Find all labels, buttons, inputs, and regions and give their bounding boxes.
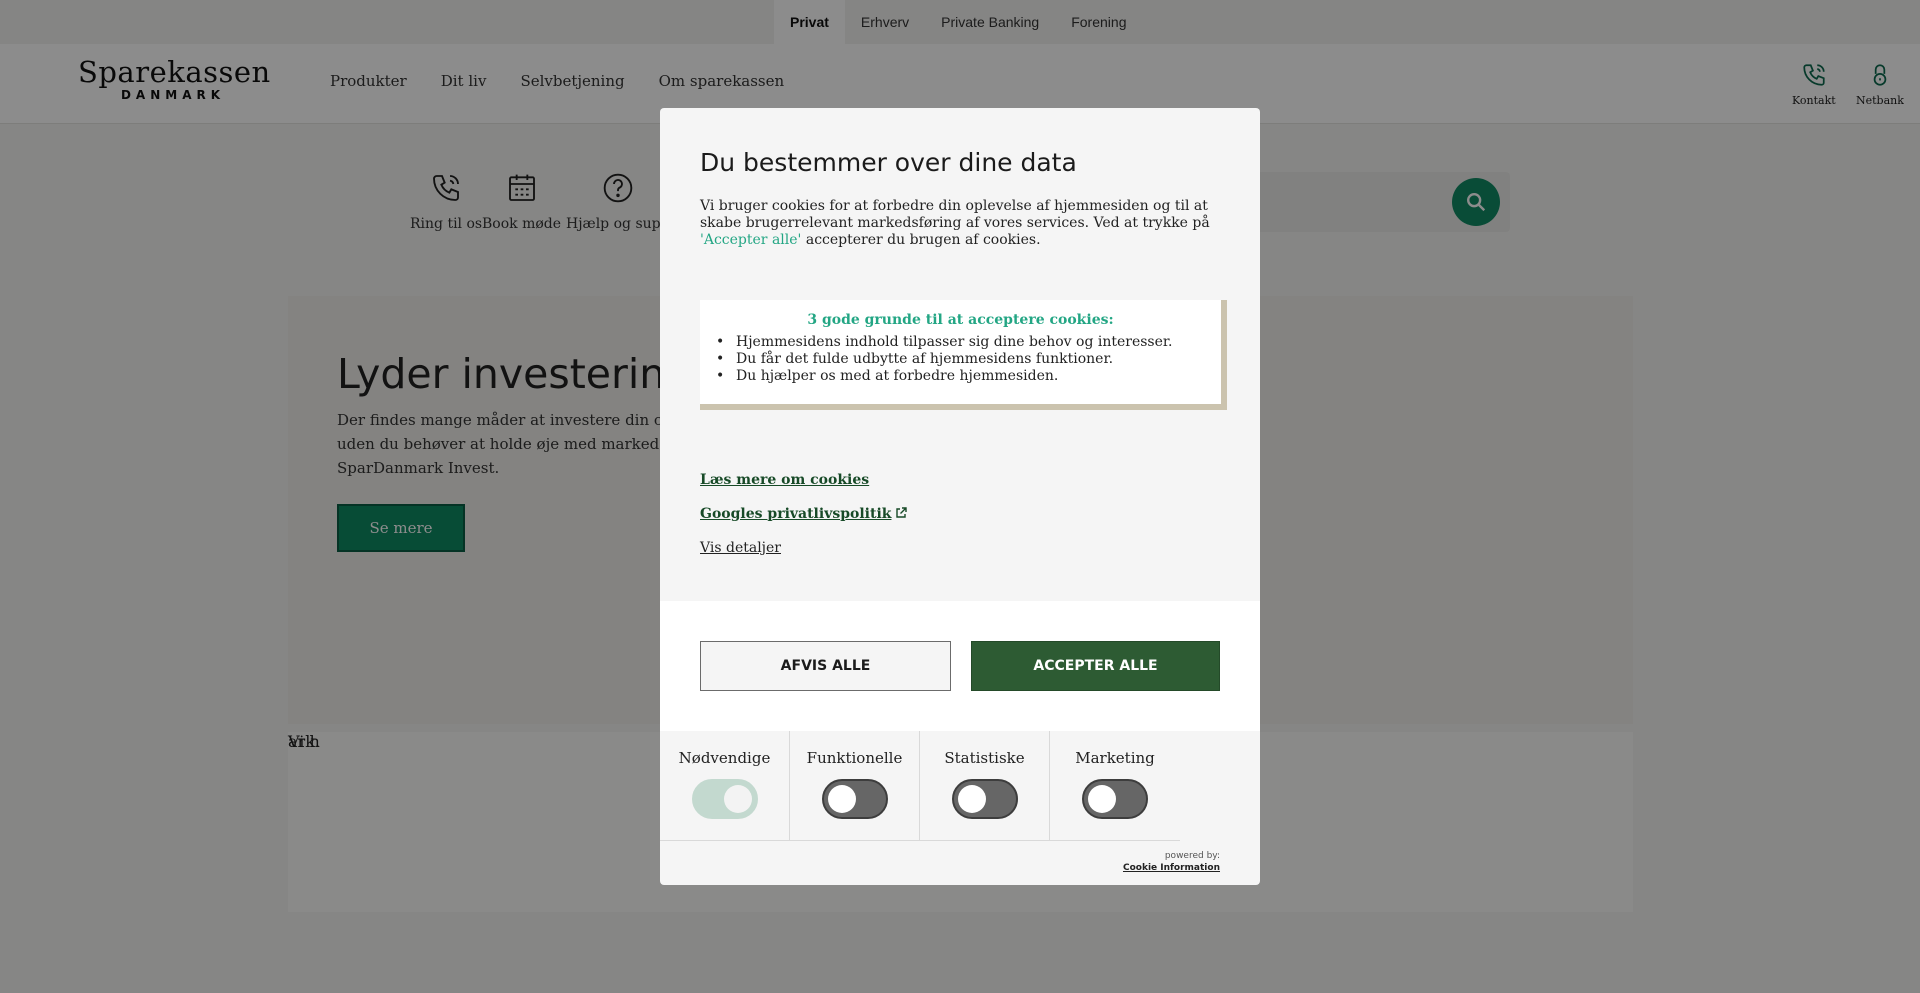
google-privacy-link[interactable]: Googles privatlivspolitik — [700, 506, 908, 524]
list-item: Du hjælper os med at forbedre hjemmeside… — [714, 368, 1207, 385]
dialog-links: Læs mere om cookies Googles privatlivspo… — [700, 472, 908, 574]
powered-by: powered by: Cookie Information — [1123, 851, 1220, 873]
cookie-information-link[interactable]: Cookie Information — [1123, 863, 1220, 873]
marketing-toggle[interactable] — [1082, 779, 1148, 819]
reasons-title: 3 gode grunde til at acceptere cookies: — [807, 312, 1114, 328]
cookie-consent-dialog: Du bestemmer over dine data Vi bruger co… — [660, 108, 1260, 885]
show-details-link[interactable]: Vis detaljer — [700, 540, 907, 558]
intro-text-end: accepterer du brugen af cookies. — [801, 232, 1041, 248]
category-label: Funktionelle — [806, 749, 903, 767]
powered-by-label: powered by: — [1164, 851, 1220, 861]
reasons-box: 3 gode grunde til at acceptere cookies: … — [700, 300, 1227, 410]
dialog-title: Du bestemmer over dine data — [700, 148, 1077, 177]
intro-highlight: 'Accepter alle' — [700, 232, 802, 248]
category-marketing: Marketing — [1050, 731, 1180, 841]
reject-all-button[interactable]: AFVIS ALLE — [700, 641, 951, 691]
list-item: Du får det fulde udbytte af hjemmesidens… — [714, 351, 1207, 368]
category-label: Nødvendige — [678, 749, 771, 767]
functional-toggle[interactable] — [821, 779, 888, 819]
button-zone: AFVIS ALLE ACCEPTER ALLE — [660, 601, 1260, 731]
consent-categories: Nødvendige Funktionelle Statistiske Mark… — [660, 731, 1260, 841]
reasons-list: Hjemmesidens indhold tilpasser sig dine … — [714, 334, 1207, 385]
accept-all-button[interactable]: ACCEPTER ALLE — [971, 641, 1220, 691]
category-label: Marketing — [1075, 749, 1155, 767]
category-label: Statistiske — [944, 749, 1025, 767]
necessary-toggle — [691, 779, 758, 819]
statistics-toggle[interactable] — [951, 779, 1018, 819]
read-more-cookies-link[interactable]: Læs mere om cookies — [700, 472, 907, 490]
google-privacy-label: Googles privatlivspolitik — [700, 506, 892, 522]
list-item: Hjemmesidens indhold tilpasser sig dine … — [714, 334, 1207, 351]
dialog-intro: Vi bruger cookies for at forbedre din op… — [700, 198, 1225, 249]
external-link-icon — [896, 507, 908, 518]
intro-text: Vi bruger cookies for at forbedre din op… — [700, 198, 1210, 231]
category-functional: Funktionelle — [790, 731, 920, 841]
category-necessary: Nødvendige — [660, 731, 790, 841]
category-statistics: Statistiske — [920, 731, 1050, 841]
